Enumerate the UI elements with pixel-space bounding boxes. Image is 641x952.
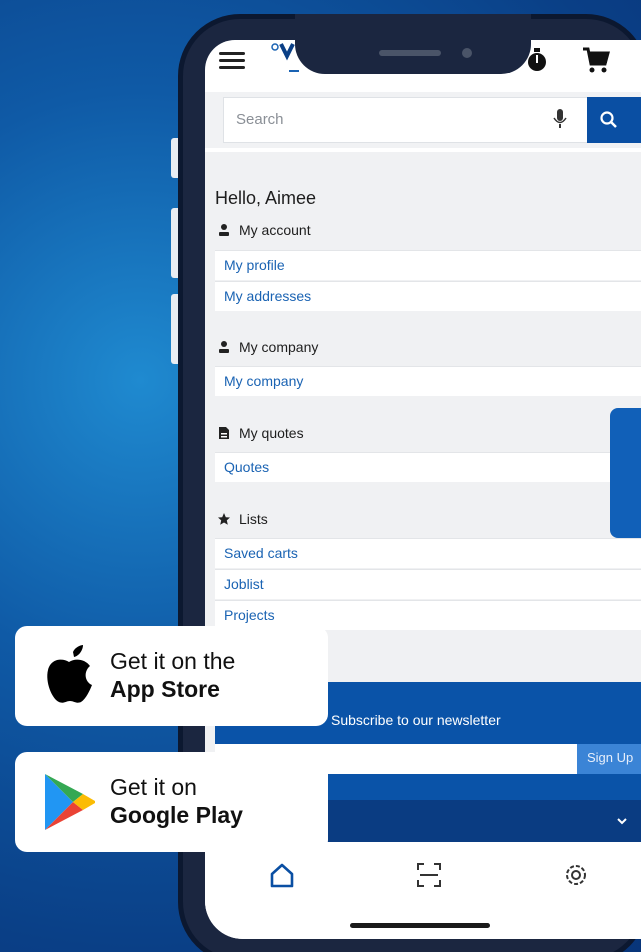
badge-store-name: Google Play (110, 802, 243, 828)
user-icon (219, 224, 229, 236)
cart-icon[interactable] (581, 46, 611, 76)
app-store-badge[interactable]: Get it on the App Store (15, 626, 328, 726)
section-my-quotes: My quotes (217, 425, 304, 441)
search-icon (600, 111, 617, 128)
document-icon (219, 427, 229, 439)
google-play-icon (45, 774, 95, 830)
link-saved-carts[interactable]: Saved carts (215, 538, 641, 568)
google-play-badge[interactable]: Get it on Google Play (15, 752, 328, 852)
newsletter-text: Subscribe to our newsletter (331, 712, 501, 728)
feedback-tab[interactable] (610, 408, 641, 538)
signup-button[interactable]: Sign Up (577, 744, 641, 774)
star-icon (218, 513, 230, 525)
link-my-addresses[interactable]: My addresses (215, 281, 641, 311)
apple-icon (47, 645, 92, 703)
phone-notch (295, 14, 531, 74)
phone-speaker (379, 50, 441, 56)
section-lists: Lists (217, 511, 268, 527)
section-title: My account (239, 222, 311, 238)
phone-camera (462, 48, 472, 58)
home-indicator (350, 923, 490, 928)
link-quotes[interactable]: Quotes (215, 452, 641, 482)
badge-pretext: Get it on (110, 774, 197, 800)
home-icon[interactable] (267, 860, 297, 890)
settings-icon[interactable] (561, 860, 591, 890)
link-my-company[interactable]: My company (215, 366, 641, 396)
section-my-company: My company (217, 339, 318, 355)
link-my-profile[interactable]: My profile (215, 250, 641, 280)
search-button[interactable] (587, 97, 641, 143)
search-input[interactable]: Search (223, 97, 589, 143)
search-bar: Search (205, 92, 641, 148)
badge-store-name: App Store (110, 676, 220, 702)
badge-pretext: Get it on the (110, 648, 236, 674)
menu-icon[interactable] (219, 52, 245, 70)
section-title: Lists (239, 511, 268, 527)
section-title: My quotes (239, 425, 304, 441)
user-icon (219, 341, 229, 353)
chevron-down-icon (617, 818, 627, 825)
link-joblist[interactable]: Joblist (215, 569, 641, 599)
scan-icon[interactable] (414, 860, 444, 890)
microphone-icon[interactable] (552, 107, 568, 131)
section-title: My company (239, 339, 319, 355)
greeting-text: Hello, Aimee (215, 188, 317, 208)
section-my-account: My account (217, 222, 311, 238)
